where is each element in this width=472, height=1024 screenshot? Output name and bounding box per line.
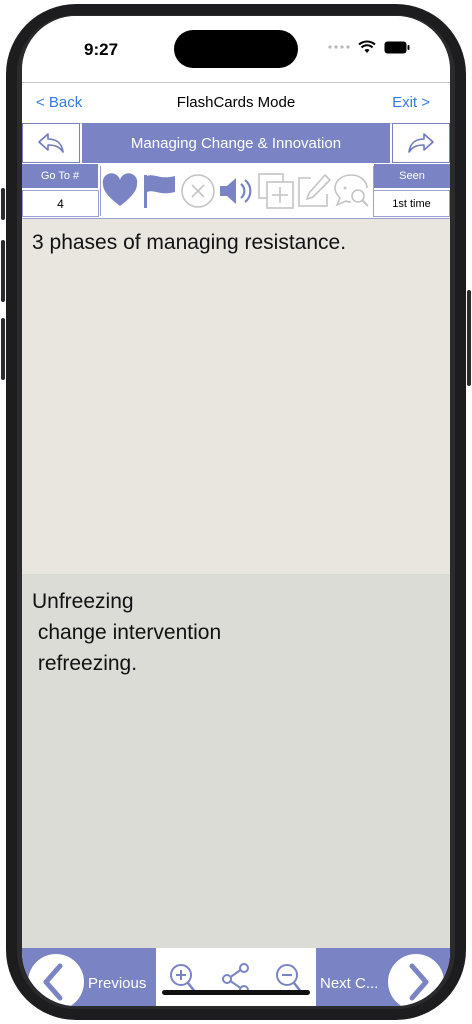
bottom-toolbar: Previous Next C... <box>22 948 450 1006</box>
page-title: FlashCards Mode <box>176 94 296 111</box>
side-button-left-mid <box>1 240 5 302</box>
chevron-left-icon <box>43 963 63 1001</box>
goto-input[interactable]: 4 <box>22 190 99 217</box>
next-circle <box>388 954 444 1006</box>
seen-value: 1st time <box>373 190 450 217</box>
next-deck-button[interactable] <box>392 123 450 163</box>
next-card-button[interactable]: Next C... <box>316 948 450 1006</box>
signal-dots-icon <box>328 45 350 49</box>
status-icons <box>328 40 410 54</box>
dynamic-island <box>174 30 298 68</box>
chat-search-icon[interactable] <box>333 172 371 210</box>
previous-card-button[interactable]: Previous <box>22 948 156 1006</box>
side-button-left-top <box>1 188 5 220</box>
deck-title: Managing Change & Innovation <box>82 123 390 163</box>
side-button-left-low <box>1 318 5 380</box>
seen-label: Seen <box>374 164 450 188</box>
close-circle-icon[interactable] <box>179 172 217 210</box>
exit-button[interactable]: Exit > <box>392 94 430 111</box>
previous-circle <box>28 954 84 1006</box>
status-bar: 9:27 <box>22 16 450 82</box>
question-text: 3 phases of managing resistance. <box>32 231 347 254</box>
navigation-bar: < Back FlashCards Mode Exit > <box>22 82 450 124</box>
next-label: Next C... <box>320 975 379 992</box>
battery-icon <box>384 41 410 53</box>
chevron-right-icon <box>409 963 429 1001</box>
card-toolbar: Go To # 4 Seen 1st time <box>22 164 450 219</box>
status-time: 9:27 <box>84 40 119 59</box>
answer-panel[interactable]: Unfreezing change intervention refreezin… <box>22 574 450 948</box>
previous-deck-button[interactable] <box>22 123 80 163</box>
flag-icon[interactable] <box>141 172 177 210</box>
reply-arrow-icon <box>38 133 64 153</box>
heart-icon[interactable] <box>101 172 139 210</box>
deck-header: Managing Change & Innovation <box>22 123 450 163</box>
wifi-icon <box>358 40 376 53</box>
forward-arrow-icon <box>408 133 434 153</box>
card-action-icons <box>100 166 374 216</box>
copy-add-icon[interactable] <box>257 172 295 210</box>
answer-text: Unfreezing change intervention refreezin… <box>32 590 222 675</box>
speaker-icon[interactable] <box>217 172 255 210</box>
question-panel[interactable]: 3 phases of managing resistance. <box>22 219 450 574</box>
edit-icon[interactable] <box>295 172 333 210</box>
back-button[interactable]: < Back <box>36 94 82 111</box>
zoom-share-tools <box>156 948 316 1006</box>
home-indicator[interactable] <box>162 990 310 995</box>
goto-label: Go To # <box>22 164 98 188</box>
previous-label: Previous <box>88 975 147 992</box>
side-button-right <box>467 290 471 386</box>
screen: 9:27 < Back FlashCards Mode Exit > Manag… <box>22 16 450 1006</box>
